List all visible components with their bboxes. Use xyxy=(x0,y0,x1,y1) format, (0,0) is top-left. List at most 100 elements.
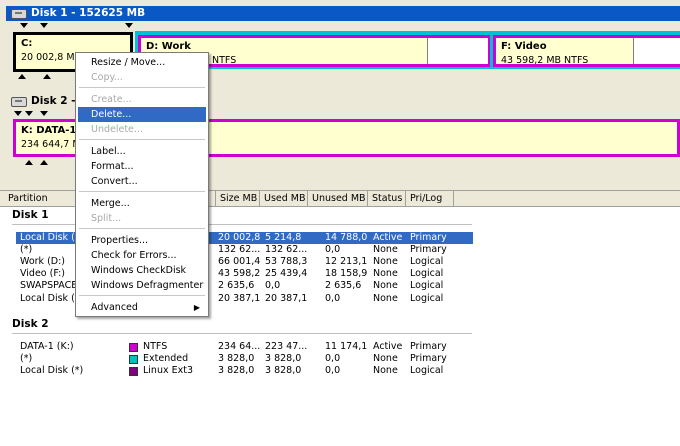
table-row[interactable]: Local Disk (*) Linux Ext3 3 828,0 3 828,0 0,… xyxy=(0,365,680,377)
cell-partition: SWAPSPACE xyxy=(20,280,78,292)
table-row[interactable]: DATA-1 (K:) NTFS 234 64... 223 47... 11 174,… xyxy=(0,341,680,353)
menu-item-label: Split... xyxy=(91,213,122,224)
cell-unused: 14 788,0 xyxy=(325,232,368,243)
cell-unused: 0,0 xyxy=(325,244,341,256)
menu-item-label: Delete... xyxy=(91,109,132,120)
cell-unused: 0,0 xyxy=(325,353,341,365)
cell-prilog: Logical xyxy=(410,292,444,304)
menu-item-convert[interactable]: Convert... xyxy=(78,174,206,189)
menu-item-check-for-errors[interactable]: Check for Errors... xyxy=(78,248,206,263)
hard-disk-icon xyxy=(11,9,27,19)
menu-item-label: Format... xyxy=(91,161,134,172)
filesystem-color-icon xyxy=(129,355,138,365)
cell-size: 2 635,6 xyxy=(218,280,255,292)
cell-prilog: Primary xyxy=(410,341,447,352)
partition-d-name: D: Work xyxy=(146,41,191,52)
menu-item-format[interactable]: Format... xyxy=(78,159,206,174)
disk2-title: Disk 2 - xyxy=(31,95,76,107)
cell-status: None xyxy=(373,280,398,292)
disk1-marker-down-icon xyxy=(20,23,28,28)
menu-separator xyxy=(79,228,205,229)
menu-item-label: Undelete... xyxy=(91,124,143,135)
cell-status: None xyxy=(373,353,398,365)
cell-prilog: Logical xyxy=(410,268,444,280)
cell-unused: 0,0 xyxy=(325,292,341,304)
disk2-marker-down-icon xyxy=(40,111,48,116)
cell-size: 20 002,8 xyxy=(218,232,261,243)
cell-size: 66 001,4 xyxy=(218,256,261,268)
cell-status: None xyxy=(373,365,398,377)
partition-f-info: 43 598,2 MB NTFS xyxy=(501,55,589,66)
menu-item-merge[interactable]: Merge... xyxy=(78,196,206,211)
partition-f-name: F: Video xyxy=(501,41,547,52)
disk2-marker-down-icon xyxy=(14,111,22,116)
cell-unused: 2 635,6 xyxy=(325,280,362,292)
partition-d-info: NTFS xyxy=(212,55,237,66)
partition-d-unused-space xyxy=(427,38,488,64)
menu-separator xyxy=(79,87,205,88)
menu-item-label: Windows CheckDisk xyxy=(91,265,187,276)
cell-used: 3 828,0 xyxy=(265,353,302,365)
cell-used: 0,0 xyxy=(265,280,281,292)
cell-unused: 0,0 xyxy=(325,365,341,377)
cell-partition: Local Disk (*) xyxy=(20,365,84,377)
disk1-marker-up-icon xyxy=(18,74,26,79)
group-divider xyxy=(12,333,472,334)
menu-item-copy: Copy... xyxy=(78,70,206,85)
column-size[interactable]: Size MB xyxy=(216,191,260,206)
disk2-marker-up-icon xyxy=(25,160,33,165)
menu-separator xyxy=(79,191,205,192)
cell-filesystem: NTFS xyxy=(143,341,168,352)
column-status[interactable]: Status xyxy=(368,191,406,206)
cell-status: None xyxy=(373,244,398,256)
partition-c-info: 20 002,8 MB xyxy=(21,52,82,63)
column-unused[interactable]: Unused MB xyxy=(308,191,368,206)
menu-separator xyxy=(79,139,205,140)
cell-unused: 18 158,9 xyxy=(325,268,368,280)
disk1-marker-down-icon xyxy=(125,23,133,28)
disk1-title: Disk 1 - 152625 MB xyxy=(31,7,146,19)
cell-used: 53 788,3 xyxy=(265,256,308,268)
menu-item-label: Check for Errors... xyxy=(91,250,177,261)
menu-item-undelete: Undelete... xyxy=(78,122,206,137)
cell-prilog: Primary xyxy=(410,353,447,365)
partition-f-block[interactable]: F: Video 43 598,2 MB NTFS xyxy=(493,35,680,67)
cell-partition: (*) xyxy=(20,244,33,256)
cell-prilog: Logical xyxy=(410,256,444,268)
column-prilog[interactable]: Pri/Log xyxy=(406,191,454,206)
cell-filesystem: Extended xyxy=(143,353,189,365)
cell-prilog: Logical xyxy=(410,280,444,292)
group-disk1: Disk 1 xyxy=(12,209,49,221)
cell-size: 234 64... xyxy=(218,341,261,352)
menu-item-advanced[interactable]: Advanced ▶ xyxy=(78,300,206,315)
column-used[interactable]: Used MB xyxy=(260,191,308,206)
cell-size: 132 62... xyxy=(218,244,261,256)
menu-item-delete[interactable]: Delete... xyxy=(78,107,206,122)
hard-disk-icon xyxy=(11,97,27,107)
disk2-marker-down-icon xyxy=(25,111,33,116)
menu-item-windows-defragmenter[interactable]: Windows Defragmenter xyxy=(78,278,206,293)
cell-used: 5 214,8 xyxy=(265,232,302,243)
group-disk2: Disk 2 xyxy=(12,318,49,330)
cell-size: 20 387,1 xyxy=(218,292,261,304)
cell-filesystem: Linux Ext3 xyxy=(143,365,194,377)
menu-item-label: Create... xyxy=(91,94,132,105)
menu-item-resize-move[interactable]: Resize / Move... xyxy=(78,55,206,70)
submenu-arrow-icon: ▶ xyxy=(193,303,200,312)
table-row[interactable]: (*) Extended 3 828,0 3 828,0 0,0 None Primary xyxy=(0,353,680,365)
menu-item-label: Windows Defragmenter xyxy=(91,280,204,291)
cell-prilog: Logical xyxy=(410,365,444,377)
cell-status: Active xyxy=(373,232,403,243)
cell-size: 3 828,0 xyxy=(218,353,255,365)
filesystem-color-icon xyxy=(129,367,138,377)
menu-item-split: Split... xyxy=(78,211,206,226)
menu-item-windows-checkdisk[interactable]: Windows CheckDisk xyxy=(78,263,206,278)
cell-partition: Video (F:) xyxy=(20,268,65,280)
menu-item-properties[interactable]: Properties... xyxy=(78,233,206,248)
menu-item-label[interactable]: Label... xyxy=(78,144,206,159)
cell-used: 20 387,1 xyxy=(265,292,308,304)
menu-item-label: Properties... xyxy=(91,235,149,246)
disk1-marker-down-icon xyxy=(40,23,48,28)
disk1-title-bar[interactable]: Disk 1 - 152625 MB xyxy=(6,6,680,21)
menu-item-label: Advanced xyxy=(91,302,138,313)
